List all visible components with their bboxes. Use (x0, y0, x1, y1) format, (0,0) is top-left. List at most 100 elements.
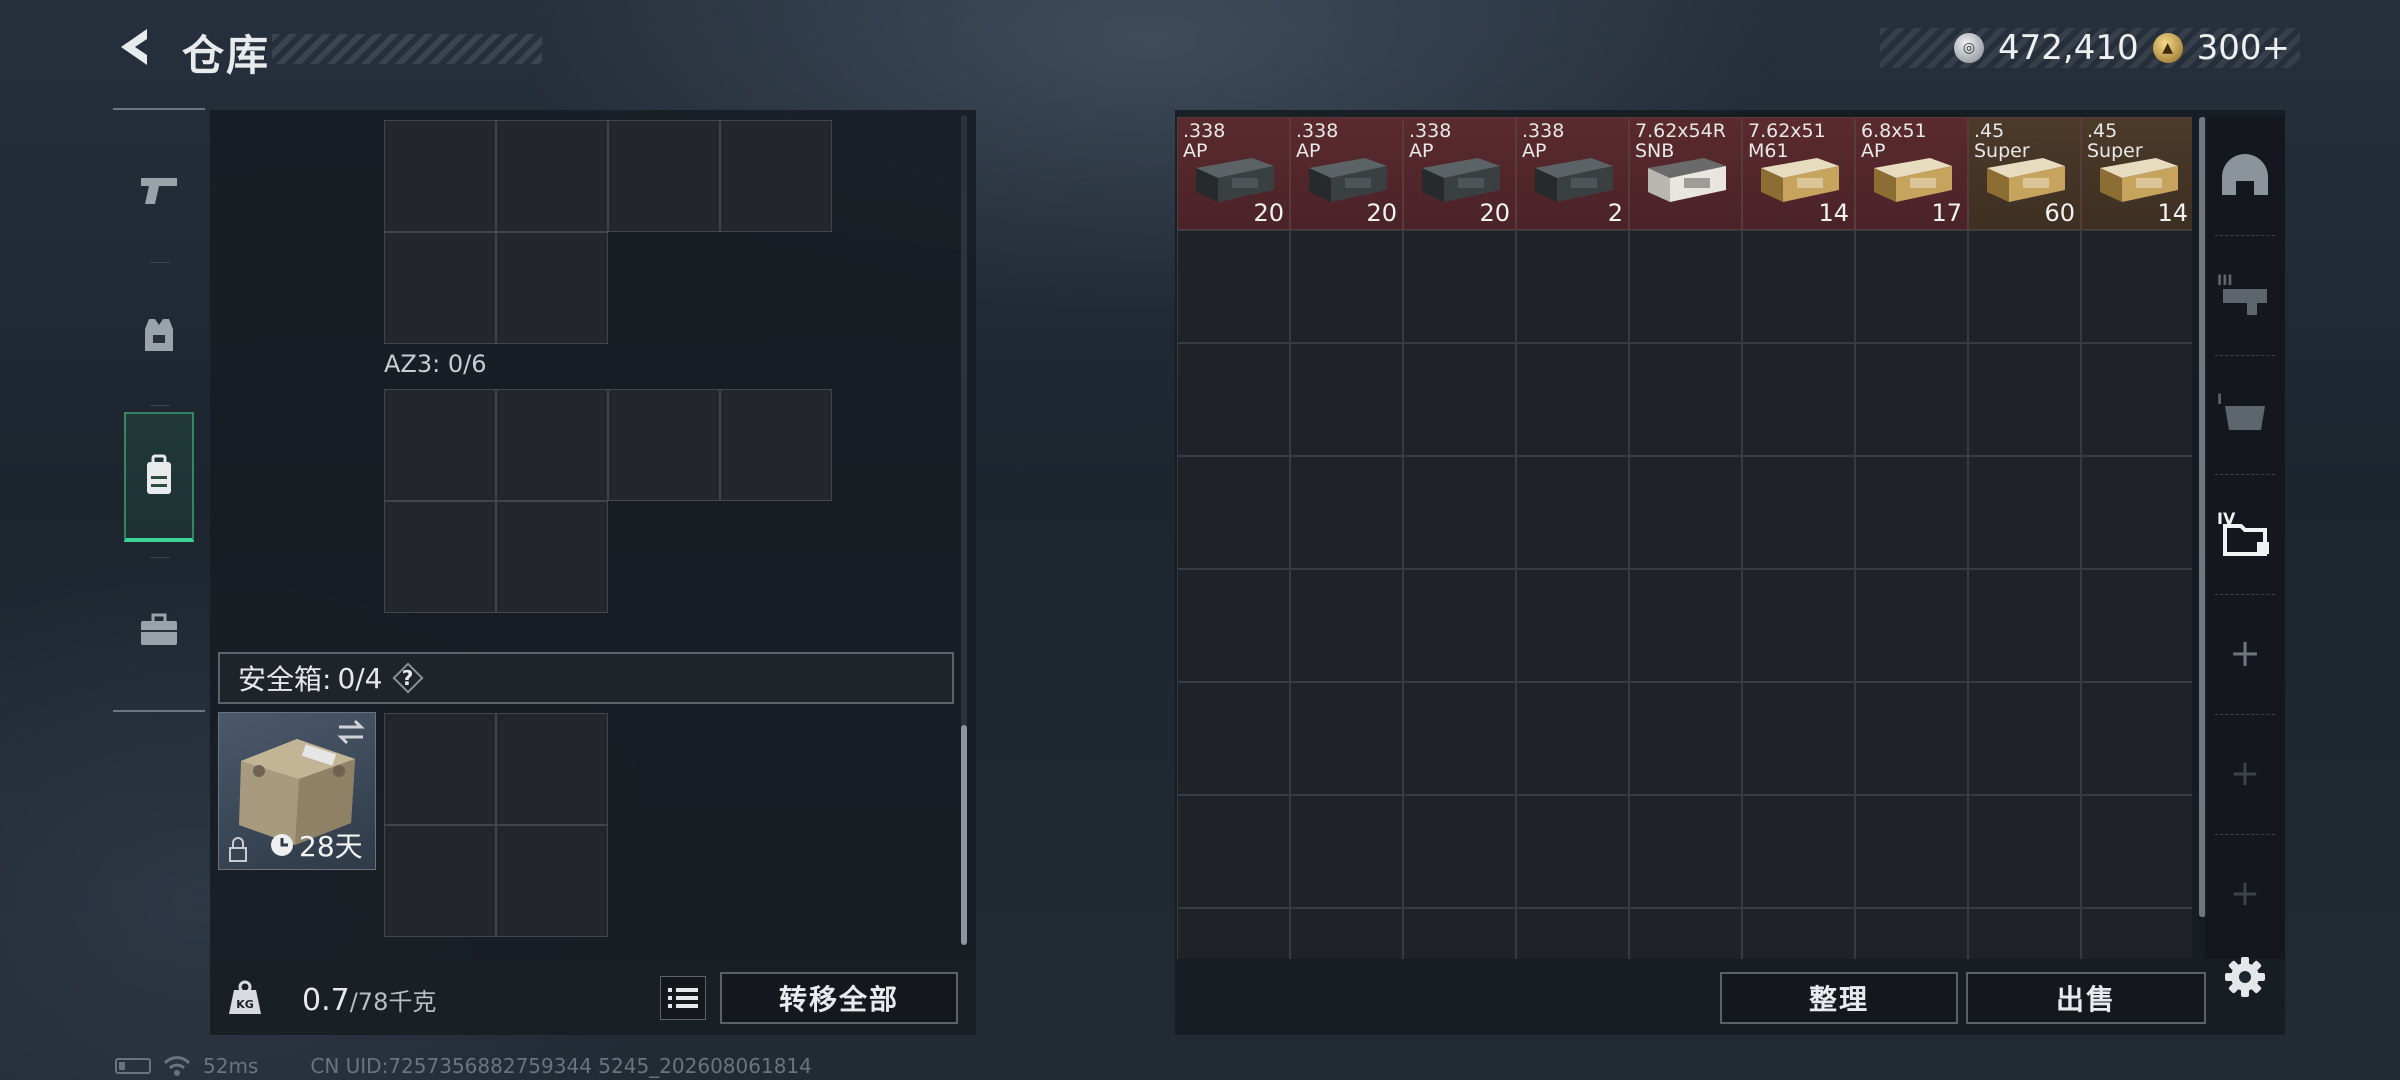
side-tab-stash-iv[interactable]: IV (2205, 474, 2285, 592)
stash-slot[interactable] (1742, 682, 1855, 795)
help-button[interactable]: ? (393, 663, 423, 693)
gold-currency-value[interactable]: 300+ (2197, 28, 2290, 68)
swap-icon[interactable] (335, 719, 367, 745)
stash-slot[interactable] (1516, 908, 1629, 959)
stash-slot[interactable] (2081, 456, 2192, 569)
grid-slot[interactable] (496, 825, 608, 937)
stash-slot[interactable] (1403, 343, 1516, 456)
stash-slot[interactable] (1629, 569, 1742, 682)
stash-slot[interactable] (1629, 795, 1742, 908)
stash-slot[interactable] (1403, 682, 1516, 795)
stash-slot[interactable] (1403, 569, 1516, 682)
stash-slot[interactable] (1629, 908, 1742, 959)
stash-slot[interactable] (1855, 908, 1968, 959)
stash-slot[interactable] (1177, 569, 1290, 682)
stash-slot[interactable] (1629, 456, 1742, 569)
ammo-item[interactable]: .338 AP 20 (1403, 117, 1516, 230)
ammo-item[interactable]: .45 Super 14 (2081, 117, 2192, 230)
stash-slot[interactable] (1290, 795, 1403, 908)
grid-slot[interactable] (384, 120, 496, 232)
stash-slot[interactable] (1516, 795, 1629, 908)
stash-slot[interactable] (1629, 230, 1742, 343)
stash-slot[interactable] (1177, 908, 1290, 959)
stash-slot[interactable] (1968, 908, 2081, 959)
side-tab-armored-rig[interactable]: III (2205, 236, 2285, 354)
grid-slot[interactable] (608, 389, 720, 501)
stash-slot[interactable] (2081, 230, 2192, 343)
stash-slot[interactable] (1516, 682, 1629, 795)
stash-slot[interactable] (1177, 456, 1290, 569)
stash-slot[interactable] (1516, 343, 1629, 456)
stash-slot[interactable] (1290, 569, 1403, 682)
grid-slot[interactable] (720, 389, 832, 501)
rail-item-weapons[interactable] (124, 125, 194, 255)
stash-slot[interactable] (1290, 456, 1403, 569)
stash-slot[interactable] (1629, 682, 1742, 795)
ammo-item[interactable]: 7.62x54R SNB (1629, 117, 1742, 230)
stash-slot[interactable] (1968, 230, 2081, 343)
stash-slot[interactable] (1742, 908, 1855, 959)
stash-slot[interactable] (1855, 682, 1968, 795)
stash-slot[interactable] (1968, 343, 2081, 456)
grid-slot[interactable] (720, 120, 832, 232)
rail-item-case[interactable] (124, 565, 194, 695)
side-tab-helmet[interactable] (2205, 117, 2285, 235)
stash-slot[interactable] (1742, 230, 1855, 343)
stash-slot[interactable] (1742, 456, 1855, 569)
stash-slot[interactable] (1403, 230, 1516, 343)
loadout-scrollbar[interactable] (961, 725, 967, 945)
ammo-item[interactable]: 7.62x51 M61 14 (1742, 117, 1855, 230)
stash-slot[interactable] (1177, 682, 1290, 795)
stash-slot[interactable] (1855, 343, 1968, 456)
stash-slot[interactable] (2081, 682, 2192, 795)
grid-slot[interactable] (384, 389, 496, 501)
stash-slot[interactable] (1968, 569, 2081, 682)
stash-slot[interactable] (1742, 795, 1855, 908)
list-view-button[interactable] (660, 976, 706, 1020)
grid-slot[interactable] (496, 713, 608, 825)
ammo-item[interactable]: .338 AP 2 (1516, 117, 1629, 230)
stash-slot[interactable] (1855, 456, 1968, 569)
stash-slot[interactable] (1742, 343, 1855, 456)
ammo-item[interactable]: 6.8x51 AP 17 (1855, 117, 1968, 230)
stash-slot[interactable] (1855, 569, 1968, 682)
stash-slot[interactable] (1177, 230, 1290, 343)
stash-slot[interactable] (1742, 569, 1855, 682)
ammo-item[interactable]: .45 Super 60 (1968, 117, 2081, 230)
grid-slot[interactable] (496, 120, 608, 232)
stash-slot[interactable] (1177, 795, 1290, 908)
safebox-item[interactable]: 28天 (218, 712, 376, 870)
grid-slot[interactable] (384, 825, 496, 937)
stash-slot[interactable] (1516, 230, 1629, 343)
settings-button[interactable] (2220, 952, 2270, 1002)
grid-slot[interactable] (608, 120, 720, 232)
stash-slot[interactable] (1290, 343, 1403, 456)
grid-slot[interactable] (384, 232, 496, 344)
side-tab-rig[interactable]: I (2205, 355, 2285, 473)
stash-slot[interactable] (2081, 569, 2192, 682)
stash-slot[interactable] (1403, 456, 1516, 569)
stash-slot[interactable] (2081, 908, 2192, 959)
grid-slot[interactable] (384, 501, 496, 613)
grid-slot[interactable] (496, 501, 608, 613)
stash-slot[interactable] (1968, 795, 2081, 908)
back-button[interactable] (108, 22, 158, 72)
stash-slot[interactable] (1855, 795, 1968, 908)
stash-slot[interactable] (1855, 230, 1968, 343)
stash-slot[interactable] (2081, 343, 2192, 456)
grid-slot[interactable] (384, 713, 496, 825)
ammo-item[interactable]: .338 AP 20 (1290, 117, 1403, 230)
stash-slot[interactable] (1290, 230, 1403, 343)
stash-slot[interactable] (1516, 456, 1629, 569)
stash-slot[interactable] (2081, 795, 2192, 908)
rail-item-armor[interactable] (124, 270, 194, 400)
stash-slot[interactable] (1403, 908, 1516, 959)
stash-slot[interactable] (1629, 343, 1742, 456)
grid-slot[interactable] (496, 232, 608, 344)
stash-slot[interactable] (1968, 456, 2081, 569)
stash-slot[interactable] (1290, 682, 1403, 795)
stash-slot[interactable] (1968, 682, 2081, 795)
organize-button[interactable]: 整理 (1720, 972, 1958, 1024)
add-tab-button[interactable]: + (2205, 834, 2285, 952)
add-tab-button[interactable]: + (2205, 714, 2285, 832)
